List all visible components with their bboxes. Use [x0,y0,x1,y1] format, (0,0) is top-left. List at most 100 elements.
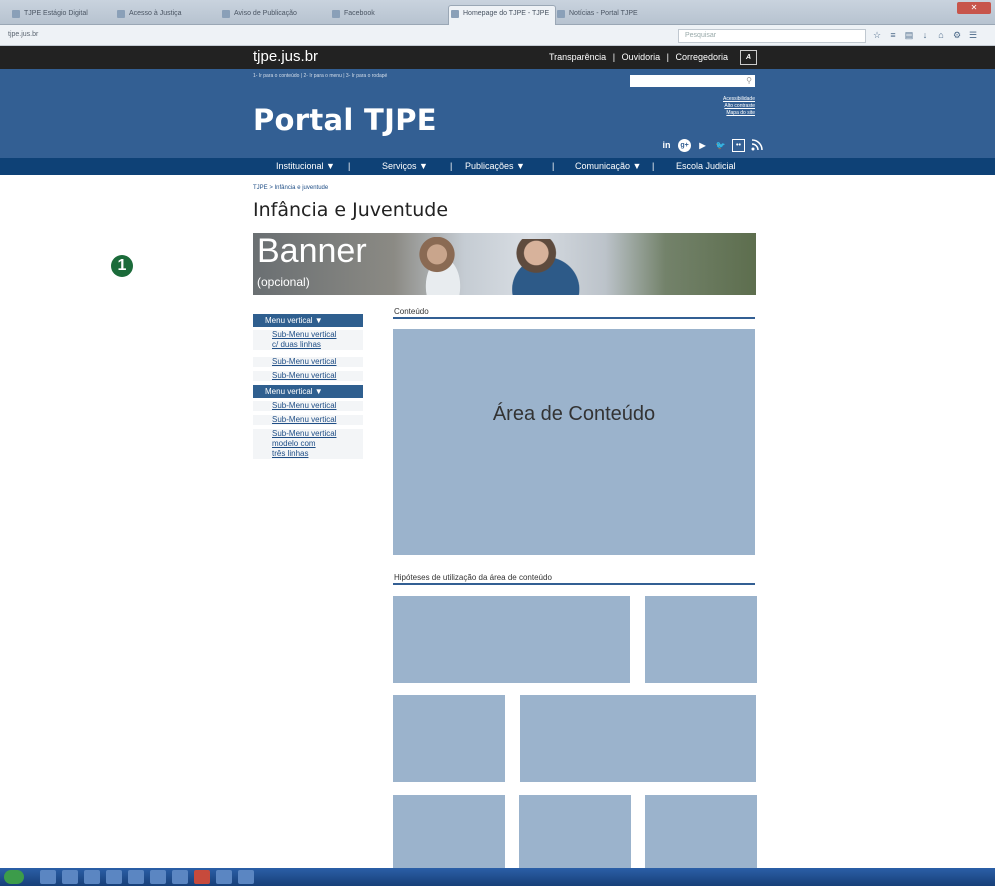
banner-photo-girl [413,237,473,295]
annotation-badge: 1 [111,255,133,277]
url-field[interactable]: tjpe.jus.br [4,29,668,41]
download-icon[interactable]: ↓ [920,29,930,41]
nav-publicacoes[interactable]: Publicações ▼ [465,158,525,175]
rss-glyph [751,139,763,151]
submenu-line: Sub-Menu vertical [272,401,337,410]
flickr-icon[interactable]: •• [732,139,745,152]
site-search-input[interactable]: ⚲ [630,75,755,87]
taskbar-app-icon[interactable] [128,870,144,884]
portal-title[interactable]: Portal TJPE [253,103,437,137]
taskbar-app-icon[interactable] [194,870,210,884]
browser-search-input[interactable]: Pesquisar [678,29,866,43]
submenu-item[interactable]: Sub-Menu vertical c/ duas linhas [253,330,363,350]
corregedoria-link[interactable]: Corregedoria [675,52,728,62]
browser-tab[interactable]: Facebook [330,6,424,22]
page-icon [117,10,125,18]
hypotheses-divider [393,583,755,585]
nav-institucional[interactable]: Institucional ▼ [276,158,335,175]
taskbar-app-icon[interactable] [40,870,56,884]
nav-separator: | [450,161,453,171]
hypotheses-label: Hipóteses de utilização da área de conte… [394,573,552,582]
tab-label: Facebook [344,10,375,17]
os-taskbar [0,868,995,886]
taskbar-app-icon[interactable] [84,870,100,884]
submenu-item[interactable]: Sub-Menu vertical [253,357,363,367]
nav-comunicacao[interactable]: Comunicação ▼ [575,158,641,175]
alto-contraste-link[interactable]: Alto contraste [723,103,755,110]
linkedin-icon[interactable]: in [660,139,673,152]
close-window-button[interactable]: ✕ [957,2,991,14]
breadcrumb[interactable]: TJPE > Infância e juventude [253,185,328,191]
taskbar-app-icon[interactable] [150,870,166,884]
submenu-line: Sub-Menu vertical [272,415,337,424]
google-plus-icon[interactable]: g+ [678,139,691,152]
youtube-icon[interactable]: ▶ [696,139,709,152]
submenu-item[interactable]: Sub-Menu vertical modelo com três linhas [253,429,363,459]
menu-vertical-header[interactable]: Menu vertical ▼ [253,314,363,327]
transparencia-link[interactable]: Transparência [549,52,606,62]
browser-tab[interactable]: TJPE Estágio Digital [10,6,119,22]
layout-block-third [393,795,505,868]
acessibilidade-link[interactable]: Acessibilidade [723,96,755,103]
rss-icon[interactable] [750,139,763,152]
banner-text: Banner [257,233,367,270]
nav-escola-judicial[interactable]: Escola Judicial [676,158,736,175]
top-links: Transparência | Ouvidoria | Corregedoria [547,52,730,63]
nav-servicos[interactable]: Serviços ▼ [382,158,428,175]
bookmarks-icon[interactable]: ≡ [888,29,898,41]
vertical-menu: Menu vertical ▼ Sub-Menu vertical c/ dua… [253,314,363,463]
submenu-line: c/ duas linhas [272,340,321,349]
ouvidoria-link[interactable]: Ouvidoria [622,52,661,62]
top-link-separator: | [612,52,616,62]
submenu-line: Sub-Menu vertical [272,357,337,366]
content-area: Área de Conteúdo [393,329,755,555]
nav-separator: | [652,161,655,171]
submenu-item[interactable]: Sub-Menu vertical [253,401,363,411]
submenu-item[interactable]: Sub-Menu vertical [253,415,363,425]
taskbar-app-icon[interactable] [62,870,78,884]
submenu-line: Sub-Menu vertical [272,371,337,380]
address-bar: tjpe.jus.br Pesquisar ☆ ≡ ▤ ↓ ⌂ ⚙ ☰ [0,25,995,46]
layout-block-narrow [645,596,757,683]
layout-block-wide [393,596,630,683]
page-icon [222,10,230,18]
browser-tab-bar: TJPE Estágio Digital Acesso à Justiça Av… [0,0,995,25]
submenu-line: Sub-Menu vertical [272,330,337,339]
skip-links[interactable]: 1- Ir para o conteúdo | 2- Ir para o men… [253,73,387,79]
taskbar-app-icon[interactable] [216,870,232,884]
browser-tab[interactable]: Notícias - Portal TJPE [555,6,679,22]
facebook-icon [332,10,340,18]
submenu-line: modelo com [272,439,316,448]
site-header [0,69,995,158]
browser-tab[interactable]: Aviso de Publicação [220,6,334,22]
banner-subtext: (opcional) [257,275,310,289]
browser-tab[interactable]: Acesso à Justiça [115,6,224,22]
site-domain[interactable]: tjpe.jus.br [253,48,318,66]
taskbar-app-icon[interactable] [238,870,254,884]
banner: Banner (opcional) [253,233,756,295]
layout-block-narrow [393,695,505,782]
star-icon[interactable]: ☆ [872,29,882,41]
library-icon[interactable]: ▤ [904,29,914,41]
page-icon [557,10,565,18]
taskbar-app-icon[interactable] [106,870,122,884]
menu-icon[interactable]: ☰ [968,29,978,41]
twitter-icon[interactable]: 🐦 [714,139,727,152]
taskbar-app-icon[interactable] [172,870,188,884]
tab-label: Aviso de Publicação [234,10,297,17]
tab-label: TJPE Estágio Digital [24,10,88,17]
start-button[interactable] [4,870,24,884]
home-icon[interactable]: ⌂ [936,29,946,41]
high-contrast-button[interactable]: A [740,50,757,65]
settings-icon[interactable]: ⚙ [952,29,962,41]
search-icon[interactable]: ⚲ [746,75,752,87]
submenu-item[interactable]: Sub-Menu vertical [253,371,363,381]
menu-vertical-header[interactable]: Menu vertical ▼ [253,385,363,398]
page-icon [451,10,459,18]
submenu-line: Sub-Menu vertical [272,429,337,438]
mapa-do-site-link[interactable]: Mapa do site [723,110,755,117]
submenu-line: três linhas [272,449,309,458]
main-nav: Institucional ▼ | Serviços ▼ | Publicaçõ… [0,158,995,175]
site-top-strip [0,46,995,69]
browser-tab-active[interactable]: Homepage do TJPE - TJPE [448,5,556,25]
